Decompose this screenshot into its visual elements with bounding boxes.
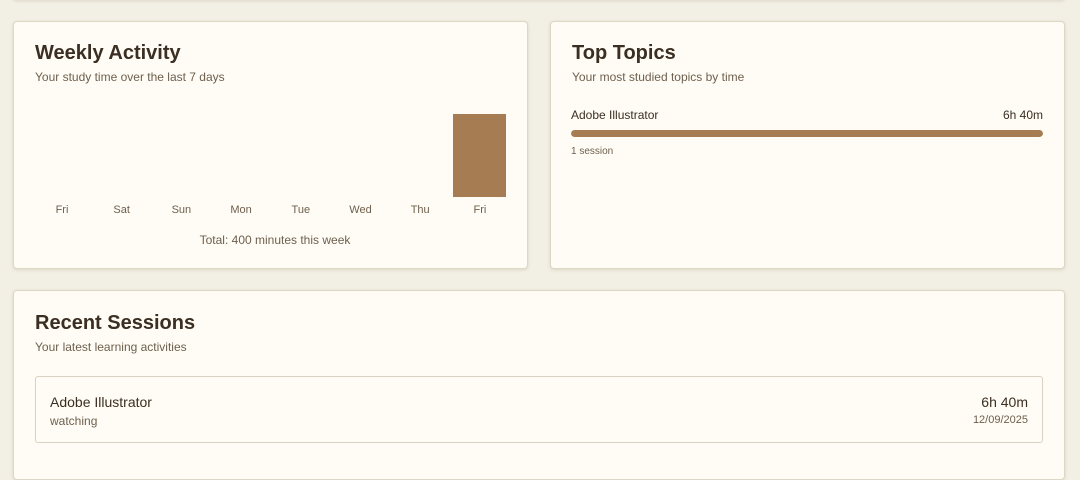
topic-session-count: 1 session: [571, 146, 614, 157]
top-topics-subtitle: Your most studied topics by time: [572, 70, 745, 84]
day-label-7: Fri: [473, 204, 487, 216]
session-type: watching: [50, 414, 98, 428]
session-duration: 6h 40m: [981, 394, 1028, 410]
weekly-activity-chart: Total: 400 minutes this week Fri Sat Sun Mo…: [36, 22, 514, 270]
recent-sessions-title: Recent Sessions: [35, 312, 196, 334]
session-date: 12/09/2025: [972, 414, 1028, 426]
topic-name: Adobe Illustrator: [571, 108, 659, 122]
day-label-5: Wed: [349, 204, 372, 216]
session-item[interactable]: Adobe Illustrator watching 6h 40m 12/09/…: [35, 376, 1043, 443]
day-label-4: Tue: [291, 204, 311, 216]
day-label-0: Fri: [55, 204, 69, 216]
topic-progress-track: [571, 130, 1043, 137]
weekly-activity-card: Weekly Activity Your study time over the…: [13, 21, 528, 269]
recent-sessions-card: Recent Sessions Your latest learning act…: [13, 290, 1065, 480]
session-name: Adobe Illustrator: [50, 394, 152, 410]
topic-progress-fill: [571, 130, 1043, 137]
day-label-3: Mon: [230, 204, 252, 216]
weekly-total-text: Total: 400 minutes this week: [199, 233, 351, 247]
top-topics-title: Top Topics: [572, 42, 676, 64]
day-label-1: Sat: [113, 204, 130, 216]
top-topics-card: Top Topics Your most studied topics by t…: [550, 21, 1065, 269]
activity-bar-7: [453, 114, 507, 197]
topic-time: 6h 40m: [1002, 108, 1043, 122]
recent-sessions-subtitle: Your latest learning activities: [35, 340, 187, 354]
day-label-2: Sun: [171, 204, 192, 216]
day-label-6: Thu: [410, 204, 430, 216]
